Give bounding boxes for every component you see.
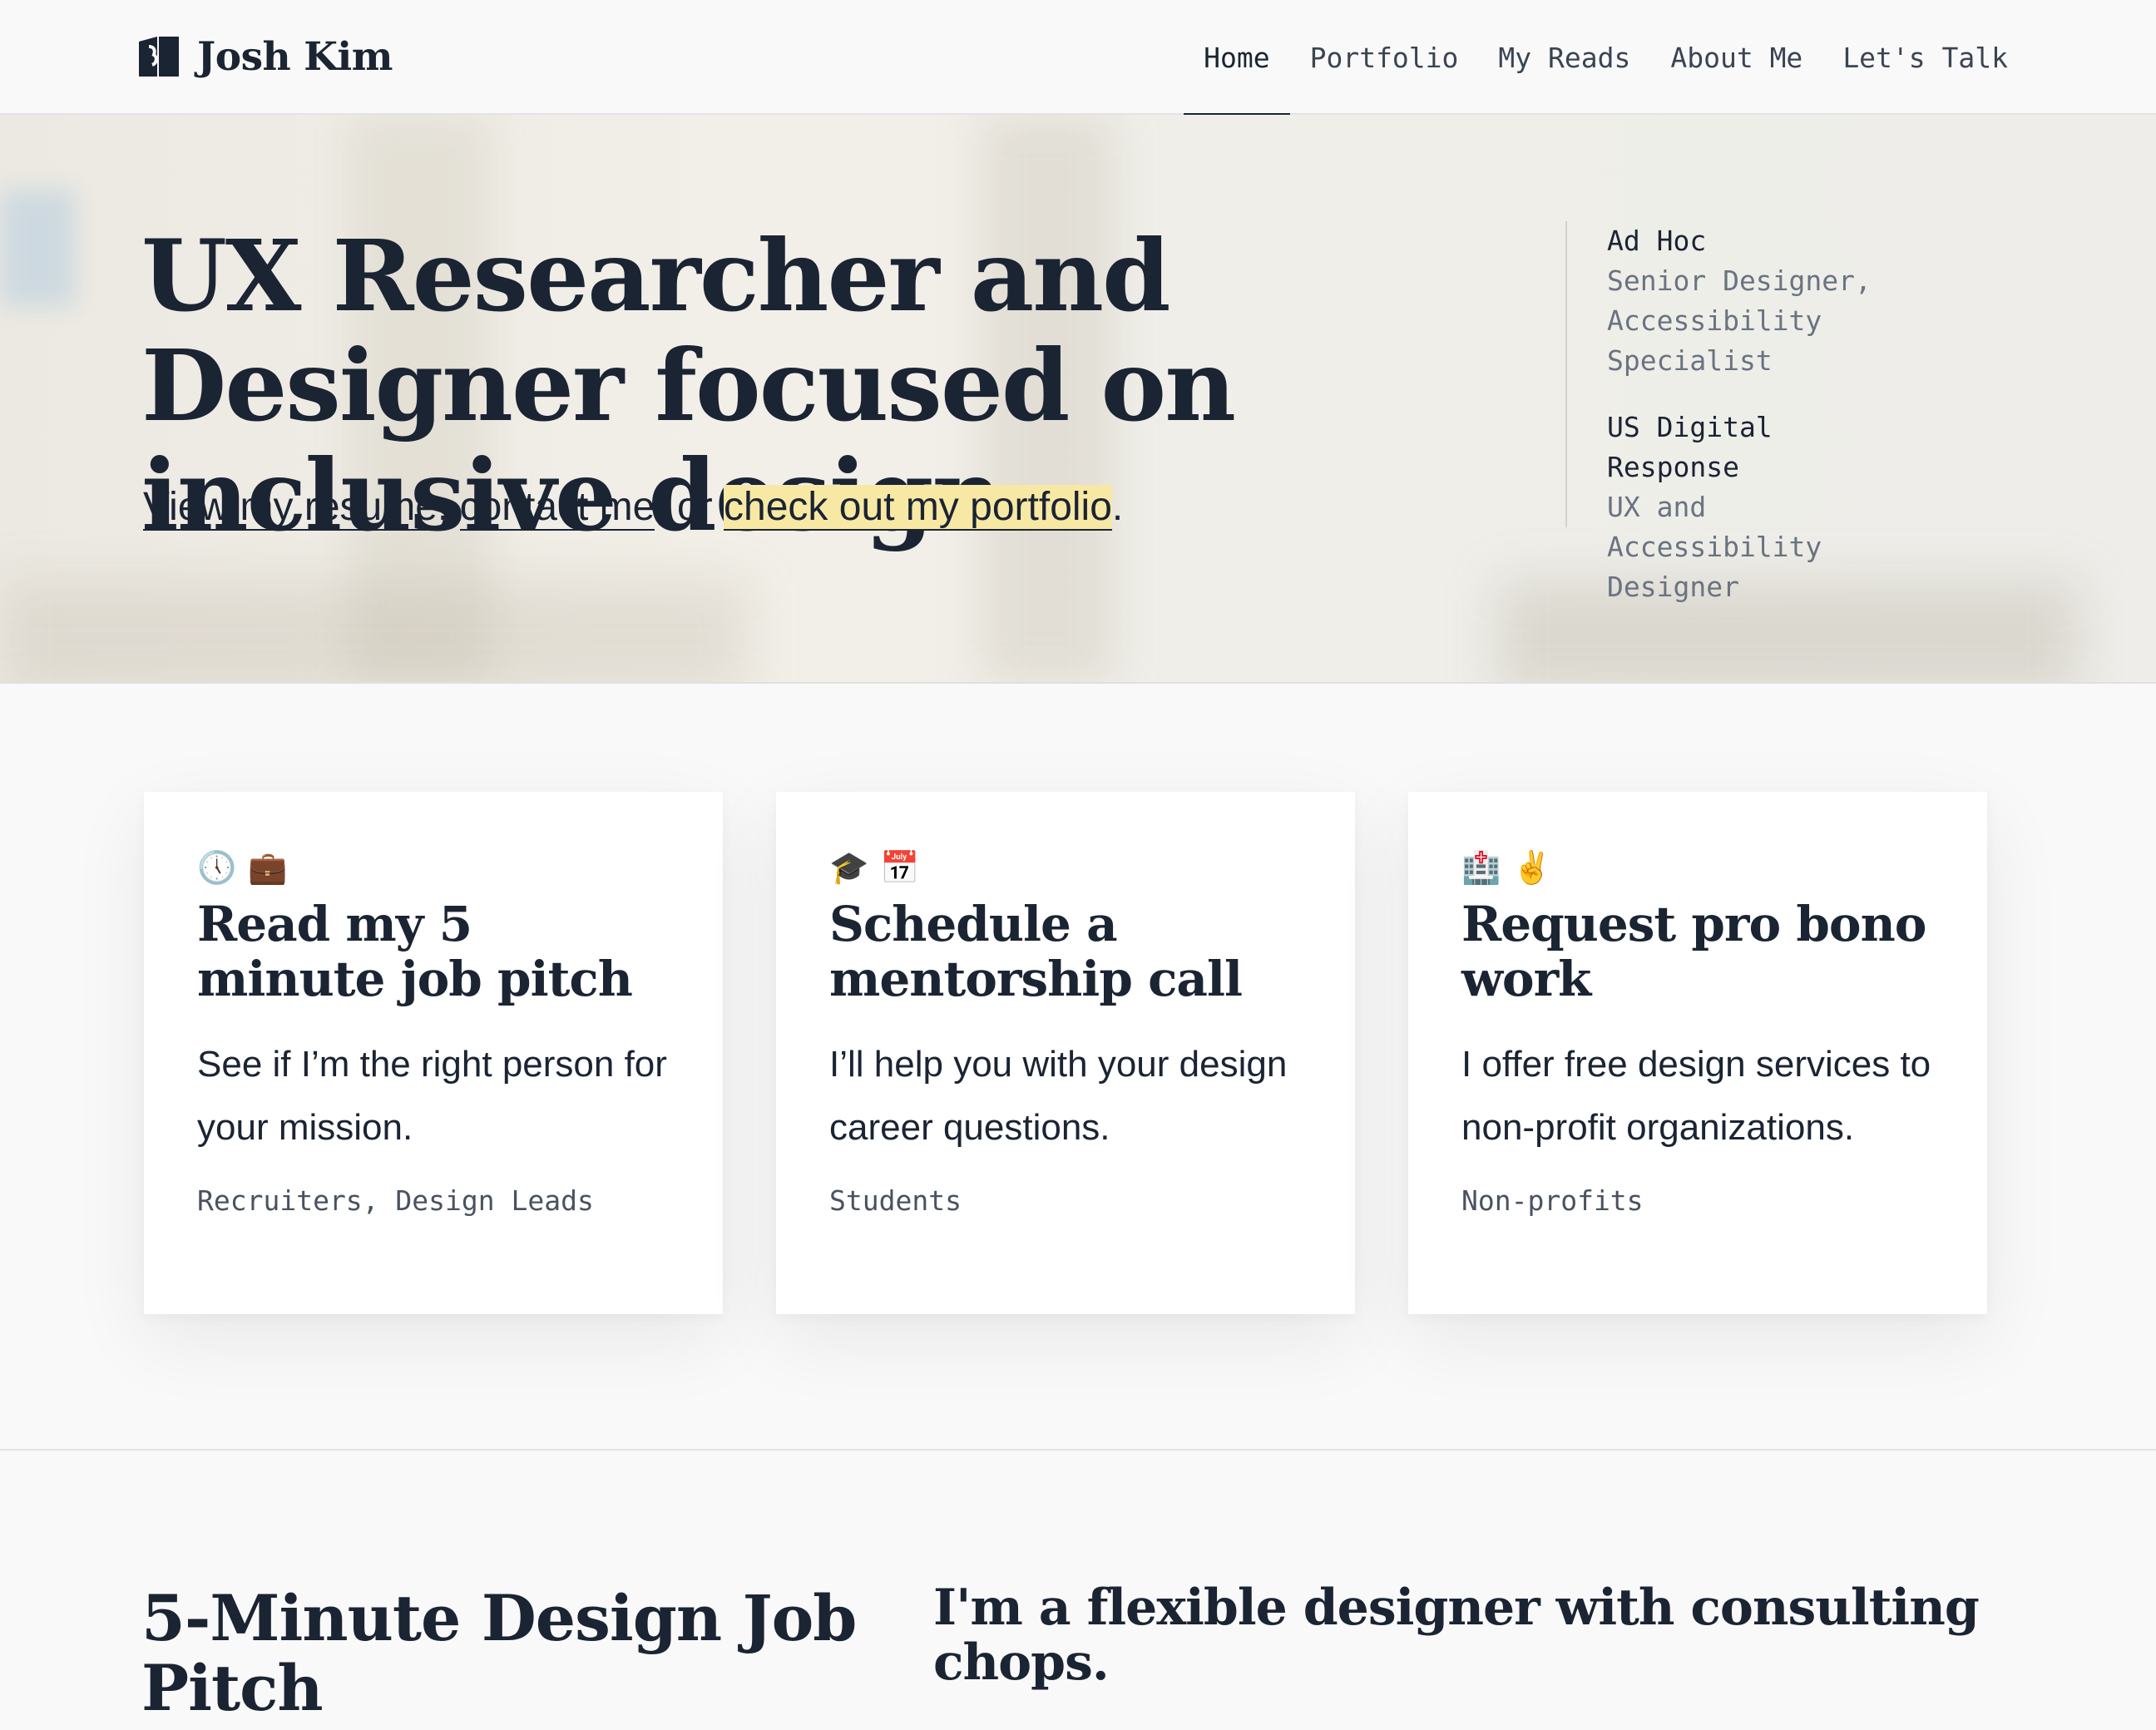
hospital-icon: 🏥 [1461,851,1501,886]
section-title: 5-Minute Design Job Pitch [141,1581,857,1725]
card-description: I’ll help you with your design career qu… [829,1044,1288,1148]
hero-links: View my resume, contact me, or check out… [143,484,1124,531]
card-description: See if I’m the right person for your mis… [197,1044,667,1148]
hero-section: UX Researcher and Designer focused on in… [0,115,2156,684]
card-emojis: 🎓 📅 [829,850,1302,887]
contact-link[interactable]: contact me [459,485,655,531]
card-pro-bono[interactable]: 🏥 ✌️ Request pro bono work I offer free d… [1408,792,1987,1314]
book-logo-icon [139,37,179,77]
card-description: I offer free design services to non-prof… [1461,1044,1931,1148]
experience-org: Ad Hoc [1607,225,1707,257]
experience-item: Ad Hoc Senior Designer, Accessibility Sp… [1607,221,1915,381]
card-title: Read my 5 minute job pitch [197,896,633,1007]
card-emojis: 🕔 💼 [197,850,670,887]
experience-org: US Digital Response [1607,411,1773,483]
portfolio-link[interactable]: check out my portfolio [724,485,1112,531]
calendar-icon: 📅 [880,851,920,886]
resume-link[interactable]: View my resume [143,485,438,531]
hero-background-image [0,190,75,306]
cta-cards-section: 🕔 💼 Read my 5 minute job pitch See if I’m… [0,684,2156,1451]
experience-list: Ad Hoc Senior Designer, Accessibility Sp… [1565,221,1915,603]
brand-home-link[interactable]: Josh Kim [137,32,393,82]
nav-item-portfolio[interactable]: Portfolio [1290,0,1479,115]
briefcase-icon: 💼 [248,851,288,886]
card-title: Schedule a mentorship call [829,896,1243,1007]
victory-hand-icon: ✌️ [1512,851,1552,886]
main-nav: Home Portfolio My Reads About Me Let's T… [1184,0,2028,116]
section-subtitle: I'm a flexible designer with consulting … [933,1579,1980,1692]
link-end: . [1111,485,1124,529]
experience-item: US Digital Response UX and Accessibility… [1607,408,1915,607]
clock-icon: 🕔 [197,851,237,886]
brand-name: Josh Kim [197,33,393,80]
card-job-pitch[interactable]: 🕔 💼 Read my 5 minute job pitch See if I’m… [144,792,723,1314]
card-mentorship[interactable]: 🎓 📅 Schedule a mentorship call I’ll help … [776,792,1355,1314]
card-emojis: 🏥 ✌️ [1461,850,1934,887]
nav-item-lets-talk[interactable]: Let's Talk [1822,0,2028,115]
card-audience: Recruiters, Design Leads [197,1184,594,1217]
nav-item-about-me[interactable]: About Me [1650,0,1822,115]
link-separator: , [437,485,460,529]
experience-role: UX and Accessibility Designer [1607,491,1822,603]
job-pitch-section: 5-Minute Design Job Pitch I'm a flexible… [0,1451,2156,1730]
link-separator: , or [655,485,724,529]
card-audience: Students [829,1184,962,1217]
experience-role: Senior Designer, Accessibility Specialis… [1607,264,1872,377]
card-audience: Non-profits [1461,1184,1644,1217]
site-header: Josh Kim Home Portfolio My Reads About M… [0,0,2156,116]
nav-item-home[interactable]: Home [1184,0,1291,116]
card-title: Request pro bono work [1461,896,1926,1007]
graduation-cap-icon: 🎓 [829,851,869,886]
nav-item-my-reads[interactable]: My Reads [1478,0,1650,115]
hero-background-shade [0,581,749,682]
